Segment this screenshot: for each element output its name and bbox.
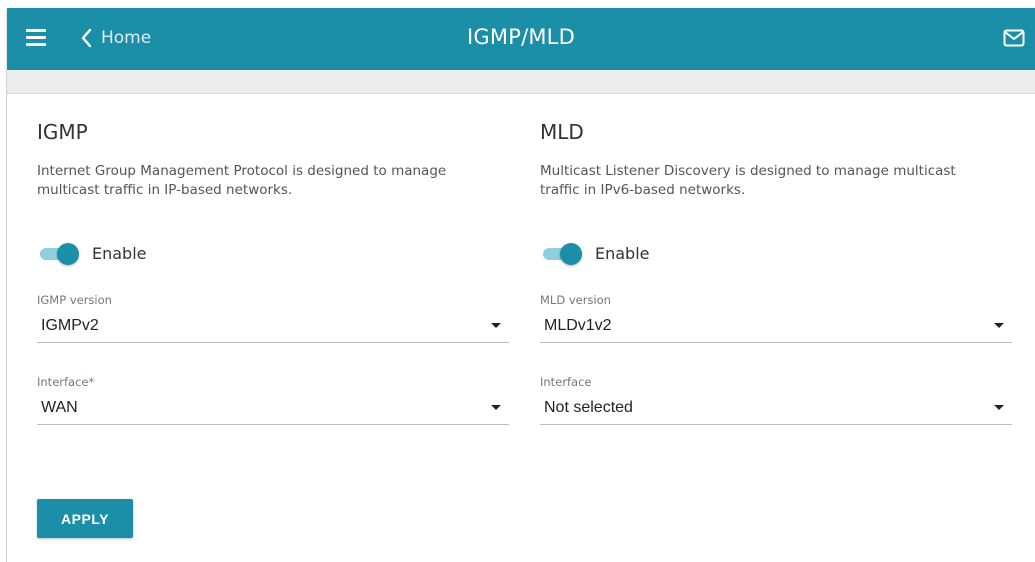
- igmp-description: Internet Group Management Protocol is de…: [37, 163, 447, 198]
- dropdown-caret-icon: [491, 405, 501, 410]
- left-border: [6, 70, 7, 562]
- igmp-interface-label-row: Interface*: [37, 375, 509, 391]
- dropdown-caret-icon: [994, 323, 1004, 328]
- igmp-title: IGMP: [37, 120, 88, 144]
- igmp-version-value: IGMPv2: [41, 317, 99, 334]
- mld-version-value: MLDv1v2: [544, 317, 612, 334]
- igmp-interface-select[interactable]: WAN: [37, 394, 509, 425]
- mld-version-label: MLD version: [540, 293, 611, 307]
- igmp-version-label: IGMP version: [37, 293, 112, 307]
- mld-enable-row: Enable: [543, 242, 650, 265]
- mld-version-field: MLD version MLDv1v2: [540, 293, 1012, 343]
- mld-description: Multicast Listener Discovery is designed…: [540, 163, 956, 198]
- igmp-version-field: IGMP version IGMPv2: [37, 293, 509, 343]
- mld-interface-select[interactable]: Not selected: [540, 394, 1012, 425]
- dropdown-caret-icon: [994, 405, 1004, 410]
- igmp-interface-label: Interface: [37, 375, 89, 389]
- mld-version-select[interactable]: MLDv1v2: [540, 312, 1012, 343]
- igmp-interface-value: WAN: [41, 399, 78, 416]
- mld-interface-label: Interface: [540, 375, 592, 389]
- page-title: IGMP/MLD: [467, 25, 575, 49]
- igmp-interface-field: Interface* WAN: [37, 375, 509, 425]
- igmp-enable-toggle[interactable]: [40, 242, 79, 265]
- toggle-knob: [57, 243, 79, 265]
- igmp-version-select[interactable]: IGMPv2: [37, 312, 509, 343]
- mld-enable-toggle[interactable]: [543, 242, 582, 265]
- igmp-enable-label: Enable: [92, 243, 147, 263]
- igmp-section: IGMP Internet Group Management Protocol …: [37, 118, 511, 425]
- toggle-knob: [560, 243, 582, 265]
- mld-interface-value: Not selected: [544, 399, 633, 416]
- required-mark: *: [88, 375, 95, 389]
- mld-title: MLD: [540, 120, 584, 144]
- mail-icon[interactable]: [1003, 29, 1025, 47]
- mld-interface-field: Interface Not selected: [540, 375, 1012, 425]
- top-bar: Home IGMP/MLD: [7, 8, 1035, 70]
- header-subbar: [7, 70, 1035, 94]
- apply-button[interactable]: APPLY: [37, 499, 133, 538]
- igmp-enable-row: Enable: [40, 242, 147, 265]
- dropdown-caret-icon: [491, 323, 501, 328]
- mld-section: MLD Multicast Listener Discovery is desi…: [540, 118, 1014, 425]
- mld-enable-label: Enable: [595, 243, 650, 263]
- top-frame: [7, 0, 1028, 8]
